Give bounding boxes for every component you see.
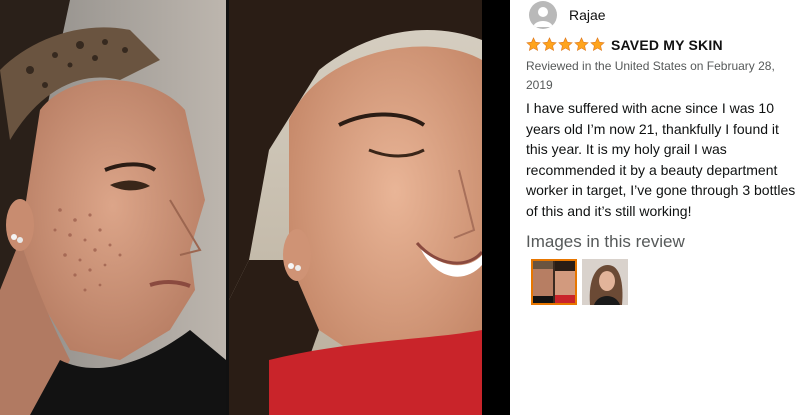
review-panel: Rajae SAVED MY SKIN Reviewed in the Unit… (526, 0, 796, 415)
review-date: Reviewed in the United States on Februar… (526, 59, 775, 92)
star-icon (558, 37, 573, 51)
review-thumbnails (531, 259, 633, 305)
star-rating (526, 37, 606, 54)
before-after-thumbnail[interactable] (531, 259, 577, 305)
selfie-thumbnail[interactable] (582, 259, 628, 305)
review-image-viewer (0, 0, 510, 415)
star-icon (526, 37, 541, 51)
review-title[interactable]: SAVED MY SKIN (611, 37, 723, 53)
star-icon (590, 37, 605, 51)
images-heading: Images in this review (526, 232, 685, 251)
before-photo (0, 0, 226, 415)
user-avatar-icon (529, 1, 557, 29)
after-photo (229, 0, 482, 415)
star-icon (574, 37, 589, 51)
reviewer-name[interactable]: Rajae (569, 7, 606, 23)
star-icon (542, 37, 557, 51)
review-body: I have suffered with acne since I was 10… (526, 100, 796, 219)
